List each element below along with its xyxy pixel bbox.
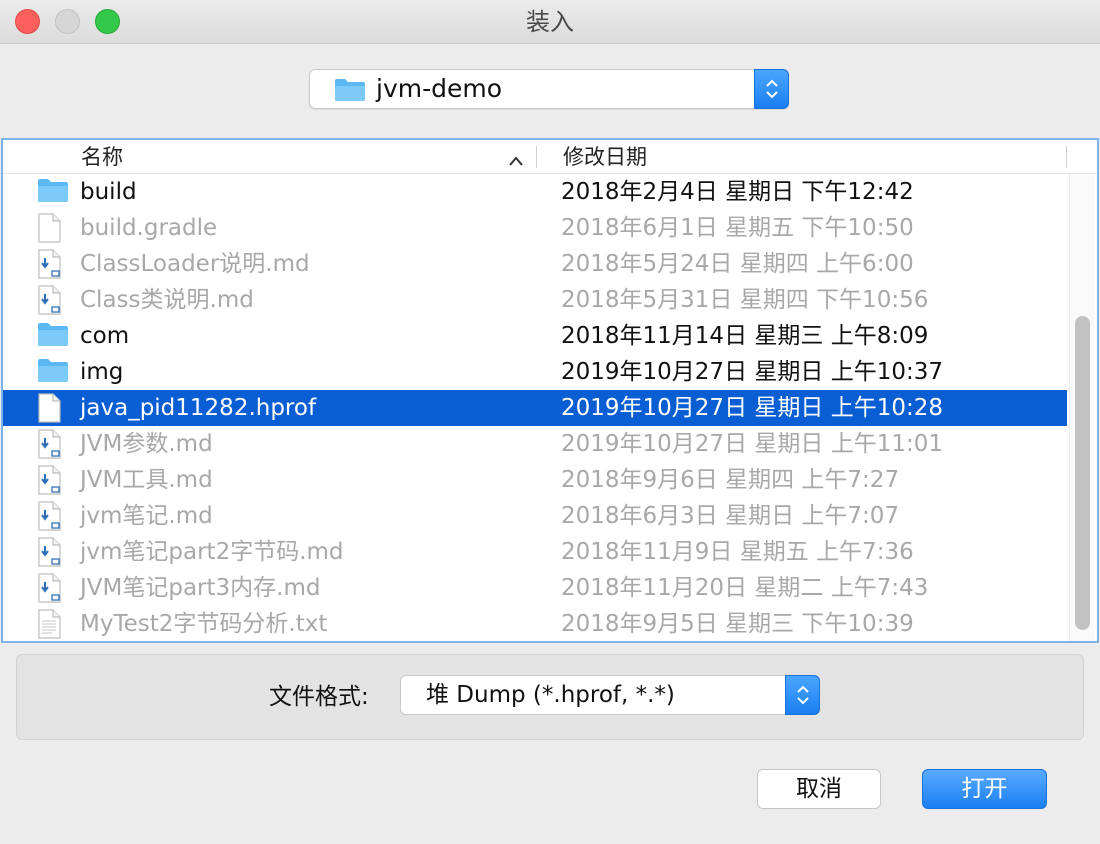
markdown-file-icon <box>37 249 69 279</box>
file-row[interactable]: jvm笔记part2字节码.md 2018年11月9日 星期五 上午7:36 <box>3 534 1067 570</box>
file-row[interactable]: JVM工具.md 2018年9月6日 星期四 上午7:27 <box>3 462 1067 498</box>
format-stepper[interactable] <box>785 675 820 715</box>
document-icon <box>37 213 69 243</box>
markdown-file-icon <box>37 285 69 315</box>
markdown-file-icon <box>37 501 69 531</box>
file-name: com <box>80 323 130 349</box>
file-name: jvm笔记part2字节码.md <box>80 539 344 565</box>
file-row[interactable]: jvm笔记.md 2018年6月3日 星期日 上午7:07 <box>3 498 1067 534</box>
open-button[interactable]: 打开 <box>922 769 1047 809</box>
file-date: 2018年11月20日 星期二 上午7:43 <box>561 575 929 601</box>
file-date: 2019年10月27日 星期日 上午10:37 <box>561 359 943 385</box>
file-format-select[interactable]: 堆 Dump (*.hprof, *.*) <box>400 675 820 715</box>
up-down-chevron-icon <box>797 685 809 705</box>
file-name: build.gradle <box>80 215 218 241</box>
title-bar: 装入 <box>0 0 1100 44</box>
folder-icon <box>37 177 69 207</box>
file-date: 2018年2月4日 星期日 下午12:42 <box>561 179 914 205</box>
folder-icon <box>37 321 69 351</box>
column-divider <box>1066 146 1067 168</box>
file-name: JVM参数.md <box>80 431 213 457</box>
file-row[interactable]: com 2018年11月14日 星期三 上午8:09 <box>3 318 1067 354</box>
file-name: img <box>80 359 124 385</box>
file-row[interactable]: ClassLoader说明.md 2018年5月24日 星期四 上午6:00 <box>3 246 1067 282</box>
location-stepper[interactable] <box>754 69 789 109</box>
file-name: jvm笔记.md <box>80 503 213 529</box>
text-file-icon <box>37 609 69 639</box>
file-list: build 2018年2月4日 星期日 下午12:42 build.gradle 20… <box>3 174 1067 641</box>
markdown-file-icon <box>37 537 69 567</box>
file-row[interactable]: java_pid11282.hprof 2019年10月27日 星期日 上午10:… <box>3 390 1067 426</box>
file-browser[interactable]: 名称 修改日期 build 2018年2月4日 星期日 下午12:42 build.… <box>1 138 1099 643</box>
file-row[interactable]: build 2018年2月4日 星期日 下午12:42 <box>3 174 1067 210</box>
file-name: MyTest2字节码分析.txt <box>80 611 328 637</box>
up-down-chevron-icon <box>766 79 778 99</box>
format-panel: 文件格式: 堆 Dump (*.hprof, *.*) <box>16 654 1084 740</box>
scrollbar-thumb[interactable] <box>1075 316 1090 630</box>
file-date: 2018年5月31日 星期四 下午10:56 <box>561 287 929 313</box>
file-row[interactable]: Class类说明.md 2018年5月31日 星期四 下午10:56 <box>3 282 1067 318</box>
column-header: 名称 修改日期 <box>3 140 1097 174</box>
file-date: 2019年10月27日 星期日 上午10:28 <box>561 395 943 421</box>
markdown-file-icon <box>37 465 69 495</box>
file-date: 2018年6月1日 星期五 下午10:50 <box>561 215 914 241</box>
column-date-header[interactable]: 修改日期 <box>563 140 647 174</box>
chevron-up-icon[interactable] <box>509 151 523 170</box>
file-name: JVM笔记part3内存.md <box>80 575 321 601</box>
column-name-header[interactable]: 名称 <box>81 140 123 174</box>
file-name: build <box>80 179 137 205</box>
file-name: Class类说明.md <box>80 287 254 313</box>
cancel-button[interactable]: 取消 <box>757 769 881 809</box>
location-popup[interactable]: jvm-demo <box>309 69 789 109</box>
markdown-file-icon <box>37 429 69 459</box>
location-label: jvm-demo <box>376 74 503 103</box>
column-divider <box>536 146 537 168</box>
file-date: 2019年10月27日 星期日 上午11:01 <box>561 431 943 457</box>
file-date: 2018年9月6日 星期四 上午7:27 <box>561 467 900 493</box>
document-icon <box>37 393 69 423</box>
window-title: 装入 <box>526 8 574 36</box>
file-name: JVM工具.md <box>80 467 213 493</box>
file-date: 2018年11月14日 星期三 上午8:09 <box>561 323 929 349</box>
file-row[interactable]: JVM参数.md 2019年10月27日 星期日 上午11:01 <box>3 426 1067 462</box>
folder-icon <box>334 78 366 106</box>
file-name: java_pid11282.hprof <box>80 395 317 421</box>
file-date: 2018年11月9日 星期五 上午7:36 <box>561 539 914 565</box>
file-date: 2018年9月5日 星期三 下午10:39 <box>561 611 914 637</box>
markdown-file-icon <box>37 573 69 603</box>
file-format-value: 堆 Dump (*.hprof, *.*) <box>426 682 675 708</box>
file-date: 2018年6月3日 星期日 上午7:07 <box>561 503 900 529</box>
file-date: 2018年5月24日 星期四 上午6:00 <box>561 251 914 277</box>
file-row[interactable]: MyTest2字节码分析.txt 2018年9月5日 星期三 下午10:39 <box>3 606 1067 641</box>
file-row[interactable]: img 2019年10月27日 星期日 上午10:37 <box>3 354 1067 390</box>
folder-icon <box>37 357 69 387</box>
file-name: ClassLoader说明.md <box>80 251 310 277</box>
file-format-label: 文件格式: <box>269 684 369 710</box>
file-row[interactable]: build.gradle 2018年6月1日 星期五 下午10:50 <box>3 210 1067 246</box>
file-row[interactable]: JVM笔记part3内存.md 2018年11月20日 星期二 上午7:43 <box>3 570 1067 606</box>
